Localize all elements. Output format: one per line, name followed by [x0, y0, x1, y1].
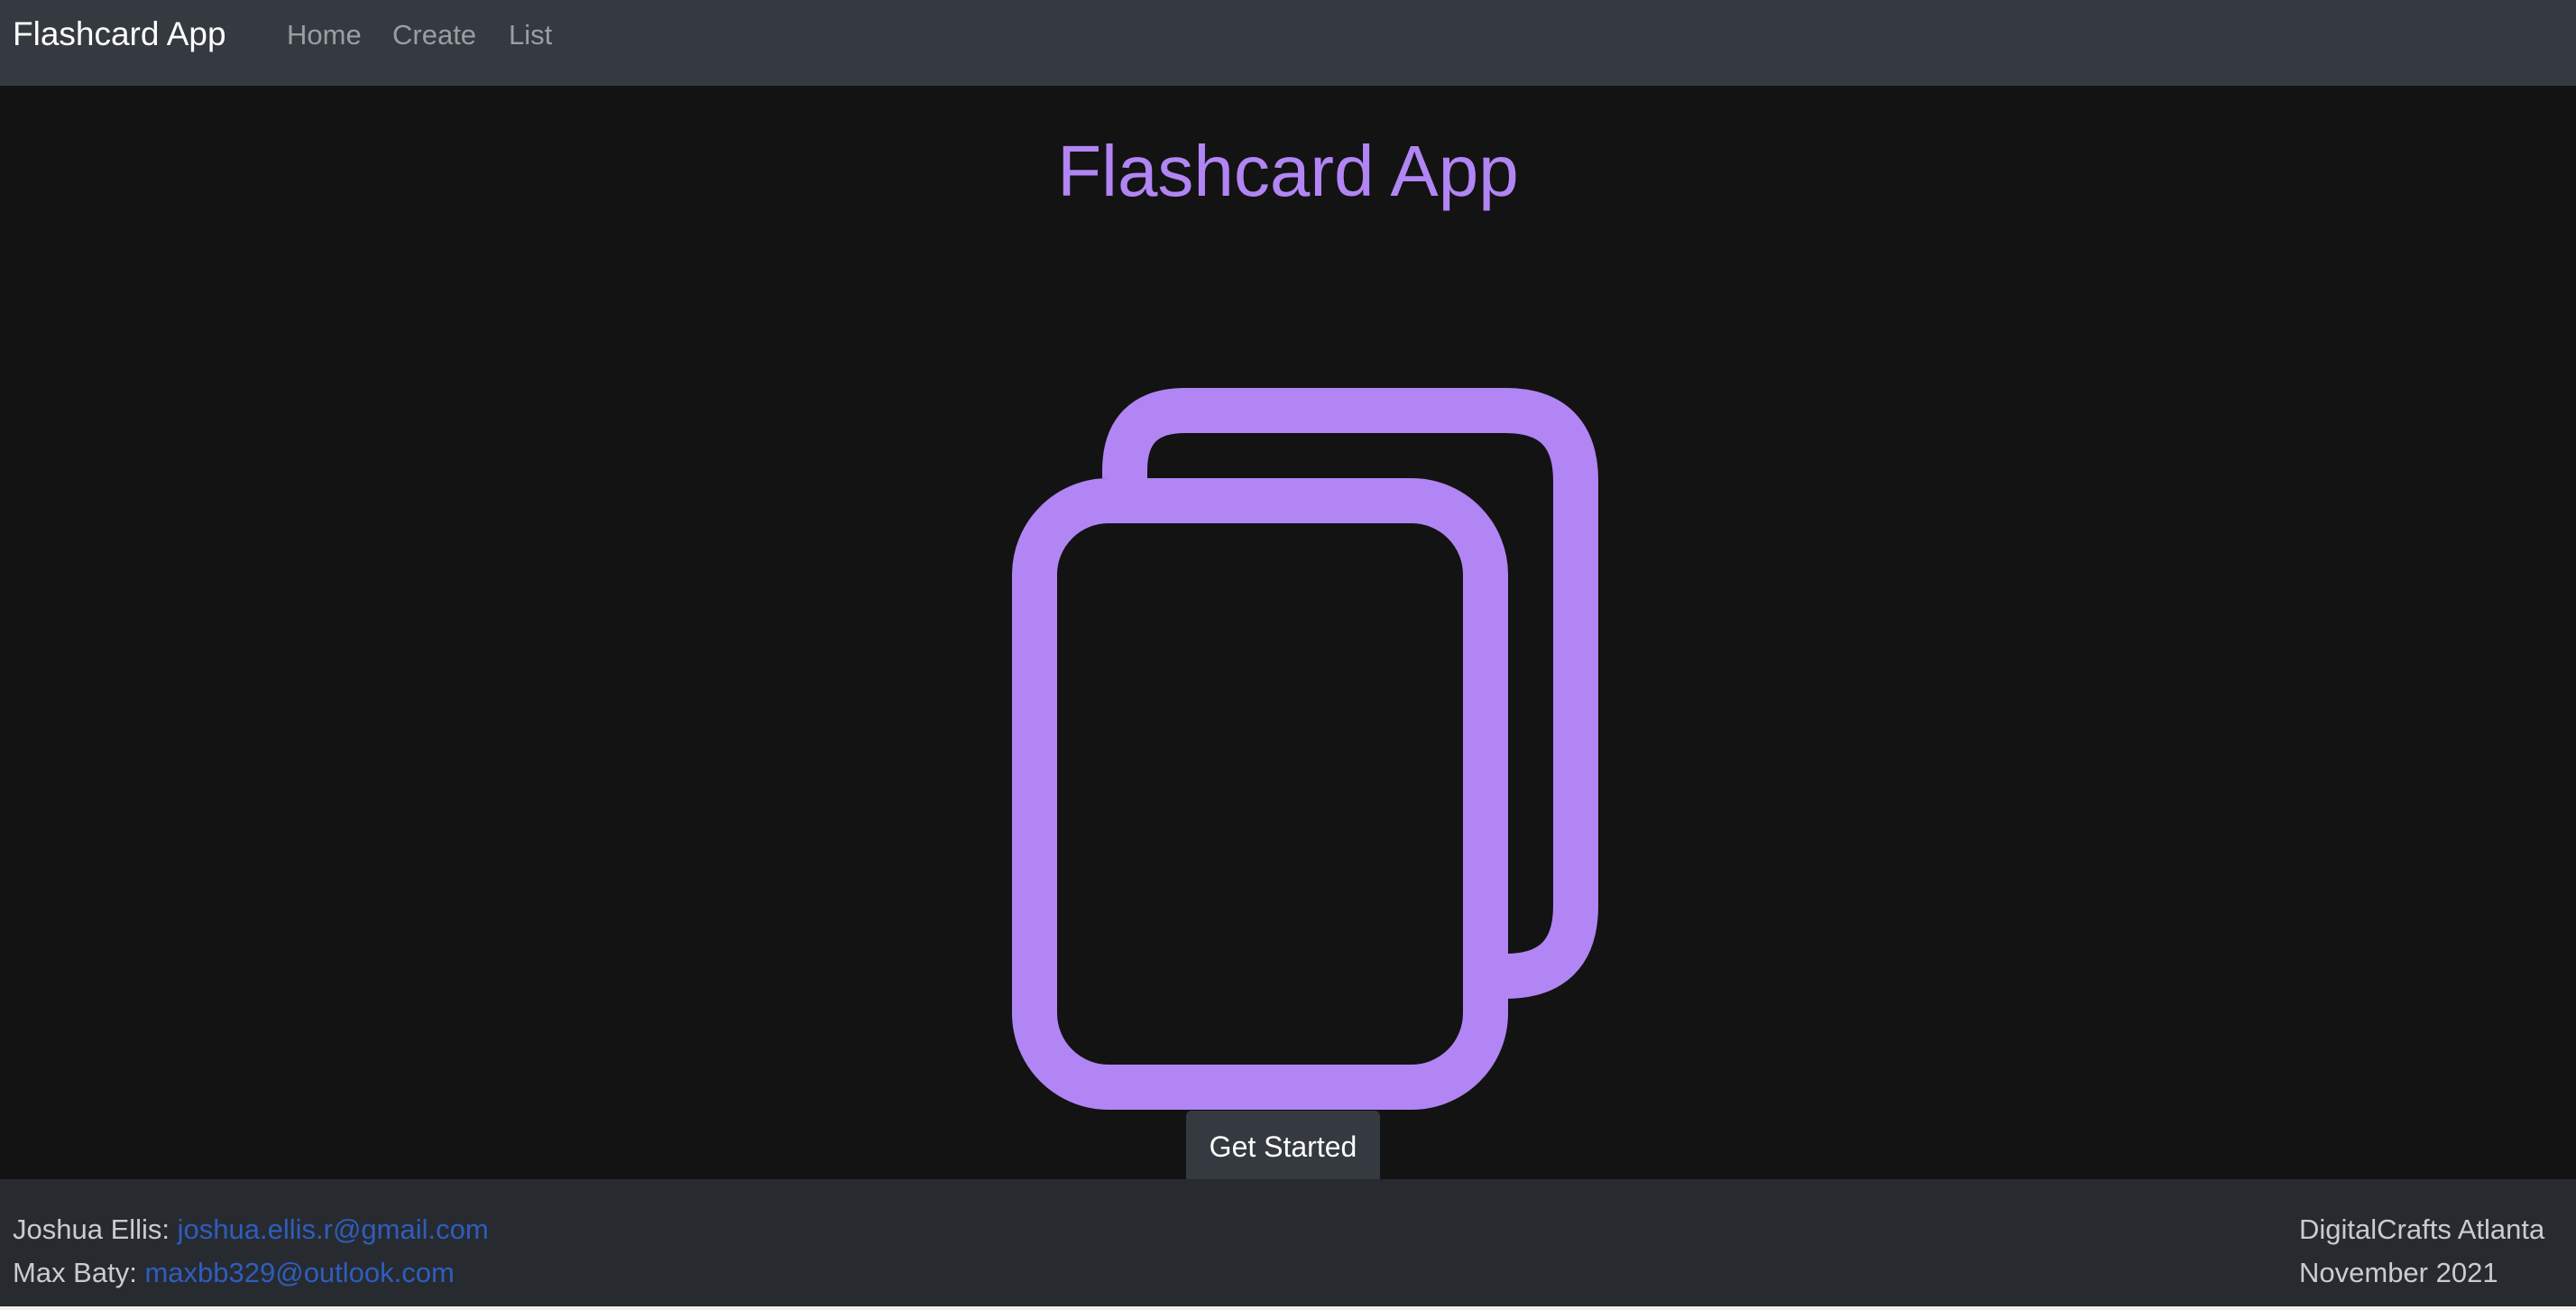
- contact-email-link[interactable]: joshua.ellis.r@gmail.com: [178, 1213, 489, 1245]
- front-card-outline: [1012, 478, 1508, 1110]
- nav-link-list[interactable]: List: [509, 17, 552, 53]
- nav-link-home[interactable]: Home: [287, 17, 362, 53]
- contact-joshua: Joshua Ellis: joshua.ellis.r@gmail.com: [13, 1208, 489, 1251]
- page-title: Flashcard App: [1057, 131, 1519, 211]
- footer-info: DigitalCrafts Atlanta November 2021: [2299, 1208, 2544, 1295]
- main-content: Flashcard App Get Started: [0, 86, 2576, 1183]
- footer-contacts: Joshua Ellis: joshua.ellis.r@gmail.com M…: [13, 1208, 489, 1295]
- footer-org: DigitalCrafts Atlanta: [2299, 1213, 2545, 1245]
- flashcards-icon: [1012, 388, 1598, 1110]
- footer: Joshua Ellis: joshua.ellis.r@gmail.com M…: [0, 1179, 2576, 1306]
- get-started-button[interactable]: Get Started: [1186, 1111, 1380, 1183]
- navbar-brand[interactable]: Flashcard App: [13, 14, 226, 55]
- contact-email-link[interactable]: maxbb329@outlook.com: [144, 1257, 454, 1288]
- contact-name: Max Baty:: [13, 1257, 137, 1288]
- contact-max: Max Baty: maxbb329@outlook.com: [13, 1251, 489, 1295]
- footer-date: November 2021: [2299, 1257, 2498, 1288]
- bottom-divider: [0, 1306, 2576, 1310]
- nav-link-create[interactable]: Create: [392, 17, 476, 53]
- contact-name: Joshua Ellis:: [13, 1213, 170, 1245]
- navbar: Flashcard App Home Create List: [0, 0, 2576, 86]
